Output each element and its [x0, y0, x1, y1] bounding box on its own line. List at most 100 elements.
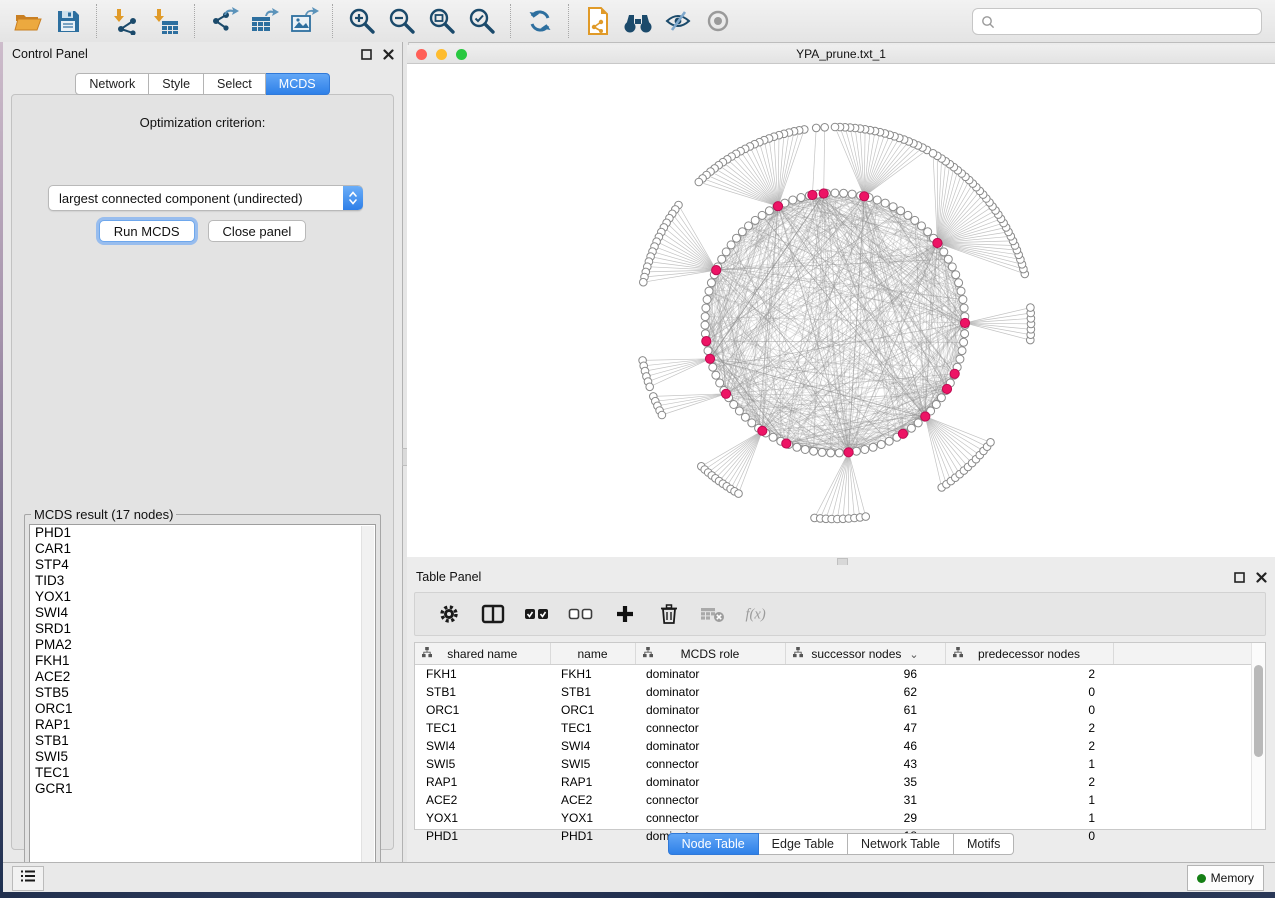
network-node[interactable] [707, 279, 715, 287]
float-panel-icon[interactable] [358, 46, 374, 62]
table-row[interactable]: RAP1RAP1dominator352 [415, 773, 1252, 791]
horizontal-splitter[interactable] [407, 557, 1275, 565]
network-node[interactable] [810, 447, 818, 455]
table-row[interactable]: SWI5SWI5connector431 [415, 755, 1252, 773]
column-header-shared-name[interactable]: shared name [415, 643, 550, 665]
table-row[interactable]: ACE2ACE2connector311 [415, 791, 1252, 809]
network-node[interactable] [959, 296, 967, 304]
tab-network[interactable]: Network [75, 73, 149, 95]
network-node[interactable] [646, 383, 654, 391]
zoom-fit-icon[interactable] [427, 6, 457, 36]
hide-eye-icon[interactable] [663, 6, 693, 36]
network-node[interactable] [705, 287, 713, 295]
mcds-result-item[interactable]: STP4 [30, 557, 375, 573]
network-node[interactable] [937, 394, 945, 402]
zoom-out-icon[interactable] [387, 6, 417, 36]
network-node[interactable] [862, 513, 870, 521]
network-node[interactable] [960, 304, 968, 312]
network-node[interactable] [821, 124, 829, 132]
network-node[interactable] [914, 419, 922, 427]
network-node[interactable] [730, 401, 738, 409]
check-all-icon[interactable] [524, 601, 550, 627]
delete-table-icon[interactable] [700, 601, 726, 627]
network-node[interactable] [745, 222, 753, 230]
network-canvas[interactable] [407, 64, 1275, 557]
dominator-node[interactable] [860, 192, 869, 201]
mcds-result-item[interactable]: STB1 [30, 733, 375, 749]
table-row[interactable]: YOX1YOX1connector291 [415, 809, 1252, 827]
share-document-icon[interactable] [583, 6, 613, 36]
mcds-result-item[interactable]: STB5 [30, 685, 375, 701]
table-float-panel-icon[interactable] [1231, 569, 1247, 585]
network-node[interactable] [789, 196, 797, 204]
network-node[interactable] [812, 124, 820, 132]
open-folder-icon[interactable] [13, 6, 43, 36]
mcds-result-item[interactable]: ACE2 [30, 669, 375, 685]
network-node[interactable] [701, 321, 709, 329]
network-node[interactable] [957, 287, 965, 295]
network-node[interactable] [932, 401, 940, 409]
network-node[interactable] [929, 150, 937, 158]
network-node[interactable] [765, 207, 773, 215]
dominator-node[interactable] [950, 369, 959, 378]
mcds-result-item[interactable]: SWI4 [30, 605, 375, 621]
network-node[interactable] [640, 278, 648, 286]
dominator-node[interactable] [942, 384, 951, 393]
column-header-predecessor-nodes[interactable]: predecessor nodes [945, 643, 1113, 665]
run-mcds-button[interactable]: Run MCDS [99, 220, 195, 242]
network-node[interactable] [948, 263, 956, 271]
mcds-result-item[interactable]: TID3 [30, 573, 375, 589]
gear-icon[interactable] [436, 601, 462, 627]
dominator-node[interactable] [782, 439, 791, 448]
table-tab-motifs[interactable]: Motifs [954, 833, 1014, 855]
mcds-result-item[interactable]: TEC1 [30, 765, 375, 781]
mcds-result-item[interactable]: SRD1 [30, 621, 375, 637]
network-node[interactable] [877, 441, 885, 449]
mcds-result-item[interactable]: FKH1 [30, 653, 375, 669]
network-node[interactable] [987, 439, 995, 447]
mcds-result-item[interactable]: ORC1 [30, 701, 375, 717]
zoom-in-icon[interactable] [347, 6, 377, 36]
dominator-node[interactable] [758, 426, 767, 435]
mcds-result-item[interactable]: SWI5 [30, 749, 375, 765]
export-image-icon[interactable] [289, 6, 319, 36]
network-node[interactable] [735, 490, 743, 498]
network-node[interactable] [907, 424, 915, 432]
network-node[interactable] [885, 437, 893, 445]
table-tab-network-table[interactable]: Network Table [848, 833, 954, 855]
network-node[interactable] [703, 296, 711, 304]
network-node[interactable] [918, 222, 926, 230]
mcds-result-item[interactable]: GCR1 [30, 781, 375, 797]
delete-icon[interactable] [656, 601, 682, 627]
network-node[interactable] [727, 241, 735, 249]
table-row[interactable]: STB1STB1dominator620 [415, 683, 1252, 701]
tab-mcds[interactable]: MCDS [266, 73, 330, 95]
network-node[interactable] [889, 203, 897, 211]
dominator-node[interactable] [960, 318, 969, 327]
table-tab-edge-table[interactable]: Edge Table [759, 833, 848, 855]
close-panel-button[interactable]: Close panel [208, 220, 307, 242]
import-network-icon[interactable] [111, 6, 141, 36]
network-node[interactable] [702, 304, 710, 312]
add-icon[interactable] [612, 601, 638, 627]
network-node[interactable] [961, 330, 969, 338]
columns-icon[interactable] [480, 601, 506, 627]
mcds-result-item[interactable]: YOX1 [30, 589, 375, 605]
mcds-result-item[interactable]: PHD1 [30, 525, 375, 541]
network-node[interactable] [751, 216, 759, 224]
network-node[interactable] [944, 255, 952, 263]
network-node[interactable] [869, 443, 877, 451]
network-node[interactable] [911, 216, 919, 224]
search-input[interactable] [1001, 12, 1261, 32]
table-row[interactable]: FKH1FKH1dominator962 [415, 665, 1252, 684]
dominator-node[interactable] [921, 412, 930, 421]
dominator-node[interactable] [844, 448, 853, 457]
network-node[interactable] [718, 255, 726, 263]
network-node[interactable] [1027, 304, 1035, 312]
network-node[interactable] [695, 178, 703, 186]
dominator-node[interactable] [898, 429, 907, 438]
tab-select[interactable]: Select [204, 73, 266, 95]
network-node[interactable] [924, 228, 932, 236]
dominator-node[interactable] [808, 190, 817, 199]
show-panels-button[interactable] [12, 866, 44, 891]
